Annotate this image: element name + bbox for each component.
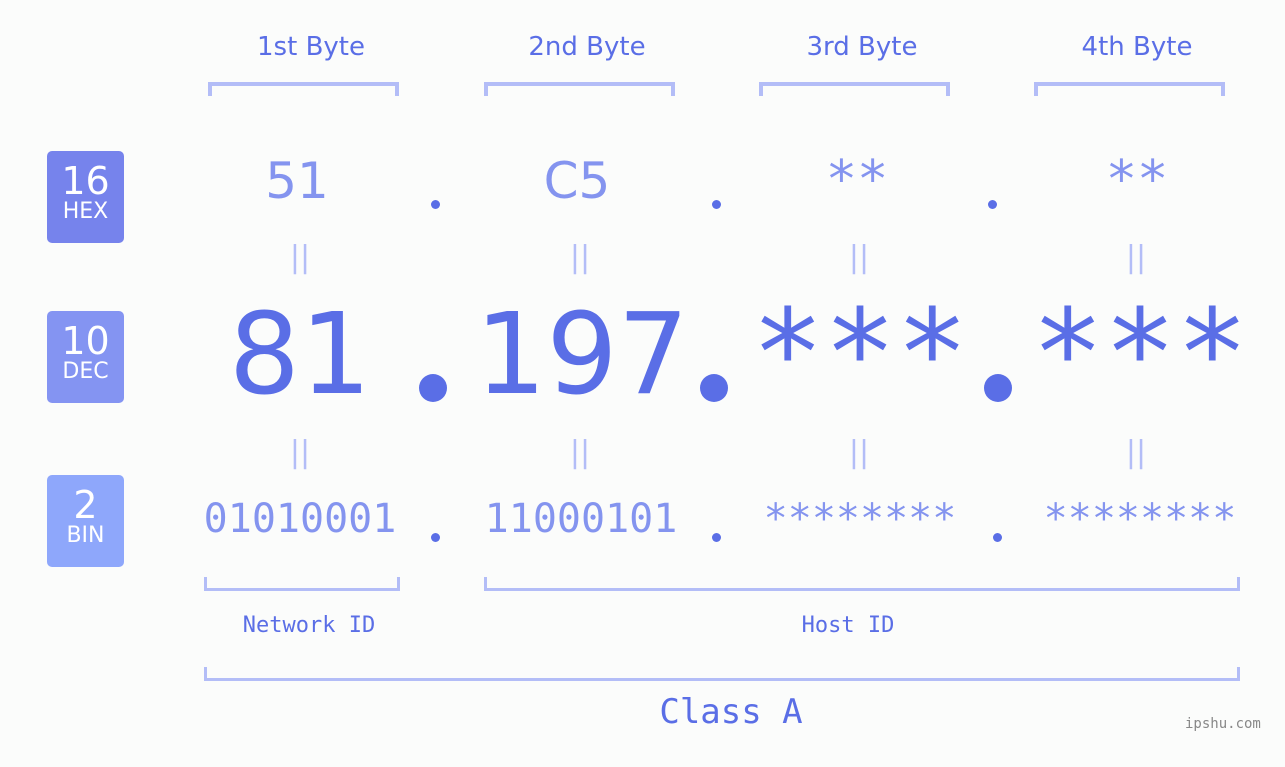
- dec-dot-3: [984, 374, 1012, 402]
- class-label: Class A: [659, 692, 803, 732]
- bin-dot-1: [431, 533, 440, 542]
- network-id-bracket: [204, 577, 400, 591]
- hex-dot-2: [712, 200, 721, 209]
- dec-badge-number: 10: [61, 319, 110, 363]
- hex-badge: 16 HEX: [47, 151, 124, 243]
- dec-byte-4: ***: [1031, 285, 1249, 424]
- byte-bracket-4: [1034, 82, 1225, 96]
- dec-byte-3: ***: [751, 285, 969, 424]
- byte-header-1: 1st Byte: [257, 32, 365, 62]
- byte-header-4: 4th Byte: [1081, 32, 1193, 62]
- dec-badge: 10 DEC: [47, 311, 124, 403]
- bin-byte-2: 11000101: [484, 496, 678, 542]
- host-id-bracket: [484, 577, 1240, 591]
- equals-sign: ||: [289, 435, 311, 470]
- equals-sign: ||: [848, 435, 870, 470]
- byte-bracket-3: [759, 82, 950, 96]
- equals-sign: ||: [1125, 240, 1147, 275]
- hex-dot-3: [988, 200, 997, 209]
- dec-byte-2: 197: [475, 290, 689, 420]
- bin-dot-2: [712, 533, 721, 542]
- watermark: ipshu.com: [1185, 716, 1261, 732]
- dec-dot-1: [419, 374, 447, 402]
- hex-byte-2: C5: [543, 152, 611, 210]
- host-id-label: Host ID: [801, 613, 895, 638]
- class-bracket: [204, 667, 1240, 681]
- byte-header-2: 2nd Byte: [528, 32, 646, 62]
- equals-sign: ||: [569, 435, 591, 470]
- dec-byte-1: 81: [228, 290, 372, 420]
- equals-sign: ||: [1125, 435, 1147, 470]
- byte-header-3: 3rd Byte: [806, 32, 918, 62]
- dec-badge-label: DEC: [62, 359, 109, 384]
- bin-byte-4: ********: [1043, 496, 1237, 542]
- hex-badge-number: 16: [61, 159, 110, 203]
- hex-byte-3: **: [825, 150, 889, 210]
- network-id-label: Network ID: [242, 613, 376, 638]
- bin-byte-1: 01010001: [203, 496, 397, 542]
- bin-badge-number: 2: [73, 483, 98, 527]
- equals-sign: ||: [848, 240, 870, 275]
- byte-bracket-1: [208, 82, 399, 96]
- equals-sign: ||: [289, 240, 311, 275]
- hex-badge-label: HEX: [62, 199, 109, 224]
- bin-dot-3: [993, 533, 1002, 542]
- equals-sign: ||: [569, 240, 591, 275]
- hex-byte-4: **: [1105, 150, 1169, 210]
- bin-byte-3: ********: [763, 496, 957, 542]
- dec-dot-2: [700, 374, 728, 402]
- hex-dot-1: [431, 200, 440, 209]
- bin-badge-label: BIN: [66, 523, 105, 548]
- hex-byte-1: 51: [265, 152, 329, 210]
- bin-badge: 2 BIN: [47, 475, 124, 567]
- byte-bracket-2: [484, 82, 675, 96]
